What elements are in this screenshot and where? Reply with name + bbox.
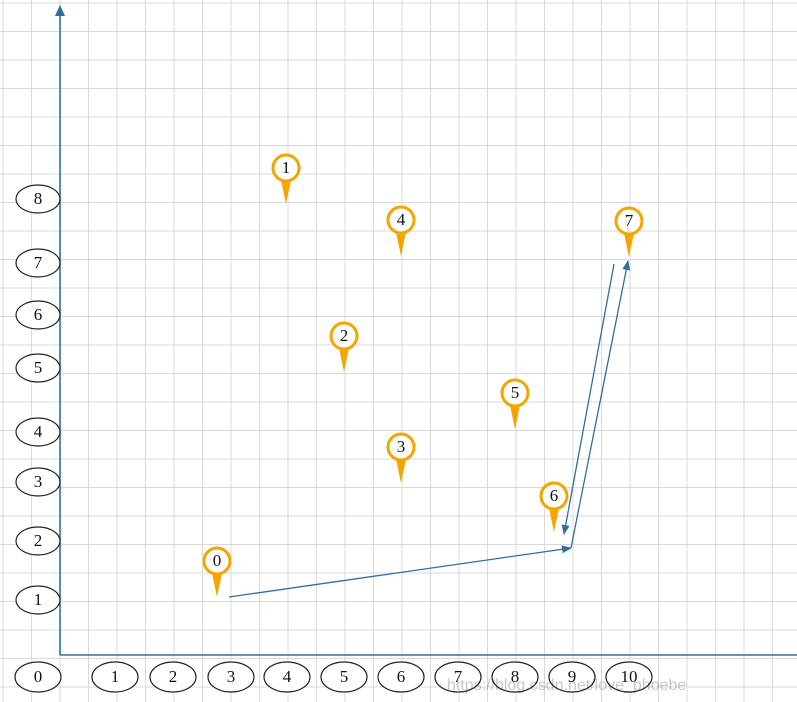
grid <box>0 0 797 702</box>
x-tick-label: 5 <box>340 667 349 686</box>
return-arrow <box>561 263 615 535</box>
y-tick-label: 2 <box>34 531 43 550</box>
marker-label: 6 <box>550 486 559 505</box>
marker-pin <box>396 232 406 256</box>
y-tick-label: 5 <box>34 358 43 377</box>
x-tick-label: 3 <box>227 667 236 686</box>
y-tick-label: 1 <box>34 590 43 609</box>
marker-1: 1 <box>271 153 301 204</box>
route-arrow <box>570 260 631 549</box>
path-diagram: 0 1 2 3 4 5 6 7 8 9 10 12345678 01234567 https://b… <box>0 0 797 702</box>
marker-pin <box>339 348 349 372</box>
marker-label: 5 <box>511 383 520 402</box>
marker-5: 5 <box>500 378 530 429</box>
route-arrows <box>228 260 631 598</box>
y-tick-label: 7 <box>34 253 43 272</box>
marker-pin <box>212 573 222 597</box>
marker-2: 2 <box>329 321 359 372</box>
y-tick-label: 4 <box>34 422 43 441</box>
marker-label: 0 <box>213 551 222 570</box>
axes <box>55 5 797 656</box>
location-markers: 0 1 2 3 4 5 6 7 <box>202 153 644 597</box>
marker-pin <box>510 405 520 429</box>
marker-7: 7 <box>614 206 644 257</box>
y-tick-label: 6 <box>34 305 43 324</box>
x-tick-label: 0 <box>34 667 43 686</box>
marker-pin <box>624 233 634 257</box>
marker-label: 3 <box>397 437 406 456</box>
x-tick-label: 1 <box>111 667 120 686</box>
marker-label: 2 <box>340 326 349 345</box>
y-tick-labels: 1 2 3 4 5 6 7 8 <box>15 184 61 615</box>
watermark-text: https://blog.csdn.net/love_phoebe <box>447 677 686 694</box>
marker-label: 4 <box>397 210 406 229</box>
y-axis-arrowhead <box>55 5 65 16</box>
marker-label: 1 <box>282 158 291 177</box>
marker-label: 7 <box>625 211 634 230</box>
marker-pin <box>549 508 559 532</box>
x-tick-label: 6 <box>397 667 406 686</box>
marker-pin <box>281 180 291 204</box>
x-tick-label: 4 <box>283 667 292 686</box>
y-tick-label: 8 <box>34 189 43 208</box>
marker-pin <box>396 459 406 483</box>
y-tick-label: 3 <box>34 472 43 491</box>
x-tick-label: 2 <box>169 667 178 686</box>
